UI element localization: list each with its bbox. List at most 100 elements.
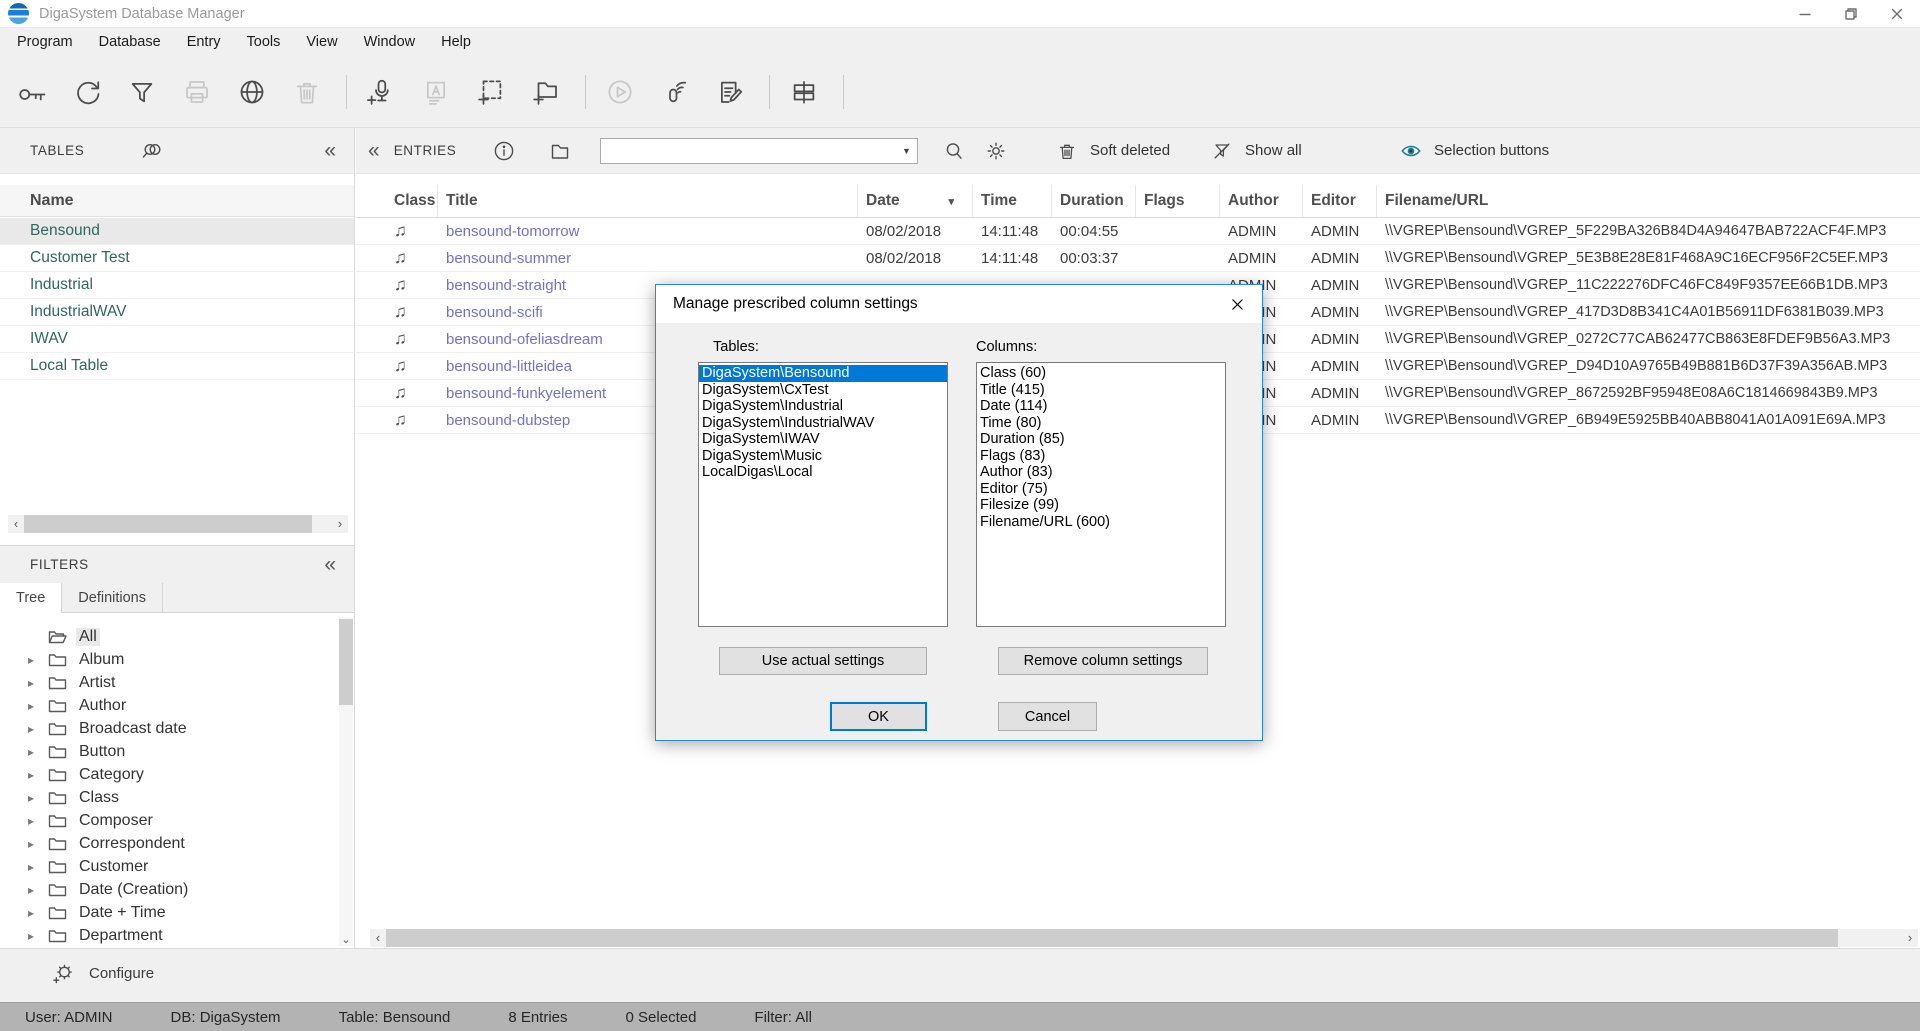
column-header-date[interactable]: Date▾ [858,185,973,217]
tree-item[interactable]: ▸Department [0,924,338,947]
expand-arrow-icon[interactable]: ▸ [28,860,42,874]
menu-database[interactable]: Database [86,28,174,56]
selection-buttons-toggle[interactable]: Selection buttons [1400,140,1549,162]
scrollbar-thumb[interactable] [24,515,312,533]
dialog-table-item[interactable]: DigaSystem\Bensound [699,365,947,382]
dialog-table-item[interactable]: DigaSystem\IWAV [699,431,947,448]
collapse-filters-panel-button[interactable]: « [324,554,336,575]
entries-filter-combobox[interactable]: ▼ [600,138,918,164]
dialog-table-item[interactable]: DigaSystem\IndustrialWAV [699,415,947,432]
dialog-column-item[interactable]: Duration (85) [977,431,1225,448]
entry-title-link[interactable]: bensound-summer [438,245,858,271]
column-header-author[interactable]: Author [1220,185,1303,217]
tab-tree[interactable]: Tree [0,583,62,613]
expand-arrow-icon[interactable]: ▸ [28,906,42,920]
toolbar-microphone-add-icon[interactable] [361,72,401,112]
menu-window[interactable]: Window [351,28,429,56]
dialog-close-button[interactable] [1212,285,1262,323]
combo-dropdown-icon[interactable]: ▼ [895,146,917,156]
minimize-button[interactable] [1782,0,1828,27]
toolbar-broadcast-icon[interactable] [655,72,695,112]
expand-arrow-icon[interactable]: ▸ [28,791,42,805]
menu-view[interactable]: View [293,28,350,56]
cancel-button[interactable]: Cancel [998,702,1097,731]
tree-item[interactable]: ▸Class [0,786,338,809]
table-list-item[interactable]: Bensound [0,218,354,245]
expand-arrow-icon[interactable]: ▸ [28,699,42,713]
expand-arrow-icon[interactable]: ▸ [28,676,42,690]
tables-name-column-header[interactable]: Name [0,185,354,217]
info-icon[interactable] [492,139,516,163]
toolbar-table-columns-icon[interactable] [784,72,824,112]
column-header-editor[interactable]: Editor [1303,185,1377,217]
dialog-column-item[interactable]: Filesize (99) [977,497,1225,514]
table-list-item[interactable]: Local Table [0,353,354,380]
search-icon[interactable] [942,139,966,163]
scroll-down-icon[interactable]: ⌄ [339,933,353,946]
dialog-column-item[interactable]: Time (80) [977,415,1225,432]
toolbar-new-folder-icon[interactable] [526,72,566,112]
dialog-column-item[interactable]: Flags (83) [977,448,1225,465]
gear-icon[interactable] [984,139,1008,163]
remove-column-settings-button[interactable]: Remove column settings [998,647,1208,675]
expand-arrow-icon[interactable]: ▸ [28,929,42,943]
dialog-table-item[interactable]: DigaSystem\Music [699,448,947,465]
tree-item[interactable]: ▸Date (Creation) [0,878,338,901]
dialog-table-item[interactable]: DigaSystem\CxTest [699,382,947,399]
restore-button[interactable] [1828,0,1874,27]
ok-button[interactable]: OK [830,702,927,731]
tree-item[interactable]: ▸Category [0,763,338,786]
double-search-icon[interactable] [140,139,164,163]
tree-item[interactable]: ▸Correspondent [0,832,338,855]
dialog-column-item[interactable]: Class (60) [977,365,1225,382]
dialog-column-item[interactable]: Title (415) [977,382,1225,399]
tables-horizontal-scrollbar[interactable]: ‹ › [8,515,348,533]
table-list-item[interactable]: IndustrialWAV [0,299,354,326]
collapse-tables-panel-button[interactable]: « [324,140,336,161]
table-list-item[interactable]: Customer Test [0,245,354,272]
tree-item[interactable]: ▸Author [0,694,338,717]
column-header-duration[interactable]: Duration [1052,185,1136,217]
entries-horizontal-scrollbar[interactable]: ‹ › [370,929,1918,947]
tree-item[interactable]: ▸Button [0,740,338,763]
expand-arrow-icon[interactable]: ▸ [28,814,42,828]
scroll-right-icon[interactable]: › [332,515,348,533]
scroll-left-icon[interactable]: ‹ [370,929,386,947]
entry-title-link[interactable]: bensound-tomorrow [438,218,858,244]
folder-icon[interactable] [548,139,572,163]
dialog-columns-listbox[interactable]: Class (60)Title (415)Date (114)Time (80)… [976,362,1226,627]
tree-item[interactable]: ▸Album [0,648,338,671]
dialog-table-item[interactable]: DigaSystem\Industrial [699,398,947,415]
table-list-item[interactable]: Industrial [0,272,354,299]
expand-arrow-icon[interactable]: ▸ [28,653,42,667]
entry-row[interactable]: ♫bensound-tomorrow08/02/201814:11:4800:0… [356,218,1920,245]
toolbar-filter-icon[interactable] [122,72,162,112]
scrollbar-thumb[interactable] [386,929,1838,947]
menu-program[interactable]: Program [4,28,86,56]
soft-deleted-toggle[interactable]: Soft deleted [1056,140,1170,162]
expand-arrow-icon[interactable]: ▸ [28,883,42,897]
sort-descending-icon[interactable]: ▾ [948,195,954,208]
tree-item[interactable]: ▸Customer [0,855,338,878]
tab-definitions[interactable]: Definitions [62,583,163,612]
tree-item[interactable]: ▸Composer [0,809,338,832]
column-header-flags[interactable]: Flags [1136,185,1220,217]
entries-filter-input[interactable] [601,139,895,163]
expand-arrow-icon[interactable]: ▸ [28,768,42,782]
tree-vertical-scrollbar[interactable]: ⌄ [339,617,353,946]
dialog-column-item[interactable]: Filename/URL (600) [977,514,1225,531]
column-header-time[interactable]: Time [973,185,1052,217]
expand-arrow-icon[interactable]: ▸ [28,722,42,736]
scrollbar-thumb[interactable] [339,619,353,705]
dialog-column-item[interactable]: Date (114) [977,398,1225,415]
dialog-column-item[interactable]: Author (83) [977,464,1225,481]
toolbar-refresh-icon[interactable] [67,72,107,112]
tree-item[interactable]: All [0,625,338,648]
toolbar-edit-document-icon[interactable] [710,72,750,112]
table-list-item[interactable]: IWAV [0,326,354,353]
dialog-tables-listbox[interactable]: DigaSystem\BensoundDigaSystem\CxTestDiga… [698,362,948,627]
menu-help[interactable]: Help [428,28,484,56]
scroll-right-icon[interactable]: › [1902,929,1918,947]
toolbar-globe-icon[interactable] [232,72,272,112]
column-header-class[interactable]: Class [356,185,438,217]
